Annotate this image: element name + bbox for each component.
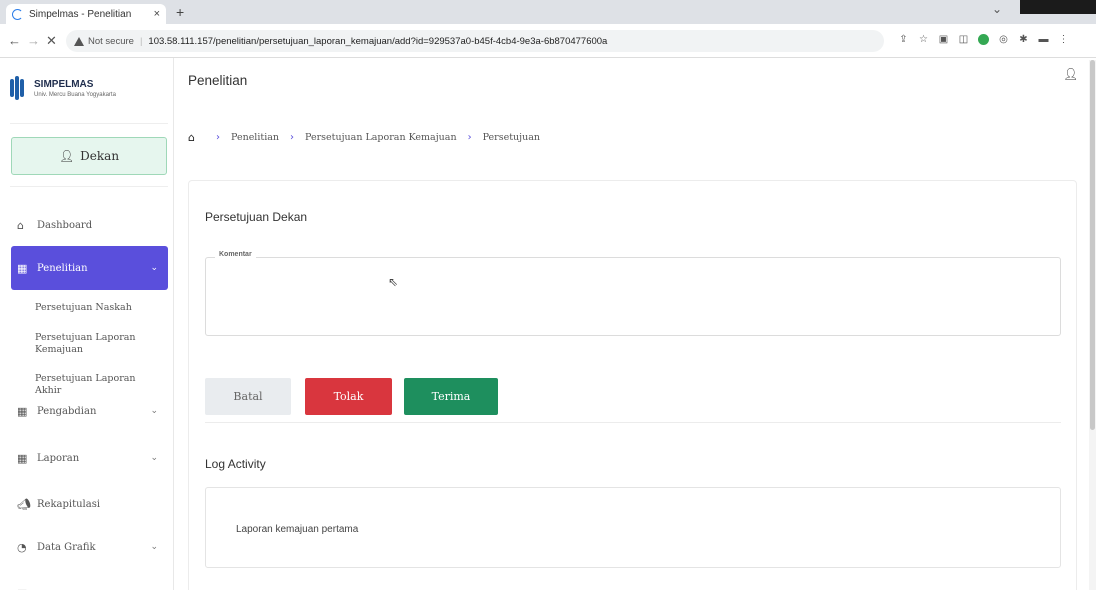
sidebar-item-label: Data Grafik [37, 541, 96, 553]
brand-name: SIMPELMAS [34, 78, 94, 90]
sidebar-item-laporan[interactable]: ▦ Laporan ⌄ [11, 445, 168, 471]
sidebar-item-label: Penelitian [37, 262, 88, 274]
user-icon: 👤︎ [58, 149, 75, 163]
mouse-cursor-icon: ⇖ [388, 275, 399, 289]
chevron-right-icon: › [215, 132, 220, 143]
profile-icon[interactable]: ▬ [1038, 34, 1049, 45]
breadcrumb-item[interactable]: Persetujuan Laporan Kemajuan [305, 132, 457, 143]
sidebar-item-label: Pengabdian [37, 405, 97, 417]
sidebar-item-data-grafik[interactable]: ◔ Data Grafik ⌄ [11, 534, 168, 560]
grid-icon: ▦ [17, 587, 31, 590]
share-icon[interactable]: ⇪ [898, 34, 909, 45]
log-entry: Laporan kemajuan pertama [236, 524, 359, 535]
sidebar-item-label: Laporan [37, 452, 80, 464]
warning-icon [74, 36, 84, 46]
chevron-right-icon: › [290, 132, 295, 143]
chevron-down-icon: ⌄ [150, 542, 158, 552]
grammarly-icon[interactable] [978, 34, 989, 45]
extension-icons: ⇪ ☆ ▣ ◫ ◎ ✱ ▬ ⋮ [898, 34, 1069, 45]
tab-title: Simpelmas - Penelitian [29, 8, 132, 20]
home-icon[interactable]: ⌂ [188, 131, 195, 144]
sidebar-item-penelitian[interactable]: ▦ Penelitian ⌄ [11, 246, 168, 290]
kebab-menu-icon[interactable]: ⋮ [1058, 34, 1069, 45]
sidebar-item-pengabdian[interactable]: ▦ Pengabdian ⌄ [11, 398, 168, 424]
sidebar-subitem-persetujuan-naskah[interactable]: Persetujuan Naskah [35, 302, 155, 314]
sidebar-item-more[interactable]: ▦ [11, 580, 168, 590]
user-menu-icon[interactable]: 👤︎ [1063, 67, 1078, 81]
divider [10, 186, 168, 187]
browser-toolbar: ← → ✕ Not secure | 103.58.111.157/peneli… [0, 24, 1096, 58]
close-tab-icon[interactable]: × [154, 8, 160, 20]
section-title-persetujuan: Persetujuan Dekan [205, 210, 308, 224]
chevron-down-icon: ⌄ [150, 453, 158, 463]
cancel-button[interactable]: Batal [205, 378, 291, 415]
page-scrollbar-thumb[interactable] [1090, 60, 1095, 430]
back-icon[interactable]: ← [8, 33, 21, 48]
forward-icon[interactable]: → [27, 33, 40, 48]
page-title: Penelitian [188, 73, 248, 88]
komentar-label: Komentar [215, 251, 256, 258]
sidebar-subitem-persetujuan-laporan-akhir[interactable]: Persetujuan Laporan Akhir [35, 373, 155, 397]
breadcrumb-item-current: Persetujuan [482, 132, 540, 143]
not-secure-label: Not secure [88, 35, 134, 47]
sidebar-item-label: Dashboard [37, 219, 93, 231]
chevron-right-icon: › [467, 132, 472, 143]
sidebar-subitem-persetujuan-laporan-kemajuan[interactable]: Persetujuan Laporan Kemajuan [35, 332, 155, 356]
url-text: 103.58.111.157/penelitian/persetujuan_la… [148, 35, 608, 47]
section-title-log-activity: Log Activity [205, 457, 266, 471]
browser-tabbar: Simpelmas - Penelitian × + ⌄ [0, 0, 1096, 24]
window-controls [1020, 0, 1096, 14]
sidebar-item-rekapitulasi[interactable]: 📣︎ Rekapitulasi [11, 491, 168, 517]
divider [205, 422, 1061, 423]
chevron-down-icon: ⌄ [150, 263, 158, 273]
divider [10, 123, 168, 124]
address-separator: | [139, 35, 143, 47]
cast-icon[interactable]: ▣ [938, 34, 949, 45]
address-bar[interactable]: Not secure | 103.58.111.157/penelitian/p… [66, 30, 884, 52]
chevron-down-icon: ⌄ [150, 406, 158, 416]
role-badge: 👤︎ Dekan [11, 137, 167, 175]
puzzle-icon[interactable]: ✱ [1018, 34, 1029, 45]
stop-loading-icon[interactable]: ✕ [46, 33, 57, 49]
megaphone-icon: 📣︎ [17, 497, 31, 511]
loading-spinner-icon [12, 8, 23, 20]
sidebar-item-label: Rekapitulasi [37, 498, 101, 510]
reject-button[interactable]: Tolak [305, 378, 392, 415]
komentar-textarea[interactable] [205, 257, 1061, 336]
tab-search-icon[interactable]: ⌄ [992, 2, 1002, 16]
chart-icon: ◔ [17, 540, 27, 554]
bookmark-star-icon[interactable]: ☆ [918, 34, 929, 45]
browser-tab[interactable]: Simpelmas - Penelitian × [6, 4, 166, 24]
breadcrumb-item[interactable]: Penelitian [231, 132, 279, 143]
camera-icon[interactable]: ◎ [998, 34, 1009, 45]
grid-icon: ▦ [17, 261, 28, 275]
accept-button[interactable]: Terima [404, 378, 498, 415]
new-tab-icon[interactable]: + [176, 4, 184, 20]
home-icon: ⌂ [17, 218, 24, 232]
brand[interactable]: SIMPELMAS Univ. Mercu Buana Yogyakarta [10, 76, 116, 100]
sidebar: SIMPELMAS Univ. Mercu Buana Yogyakarta 👤… [0, 58, 174, 590]
university-logo-icon [10, 76, 24, 100]
grid-icon: ▦ [17, 404, 28, 418]
role-label: Dekan [80, 149, 120, 163]
brand-subtitle: Univ. Mercu Buana Yogyakarta [34, 91, 116, 98]
grid-icon: ▦ [17, 451, 28, 465]
sidebar-item-dashboard[interactable]: ⌂ Dashboard [11, 212, 168, 238]
extension-icon[interactable]: ◫ [958, 34, 969, 45]
breadcrumb: ⌂ › Penelitian › Persetujuan Laporan Kem… [188, 131, 540, 144]
